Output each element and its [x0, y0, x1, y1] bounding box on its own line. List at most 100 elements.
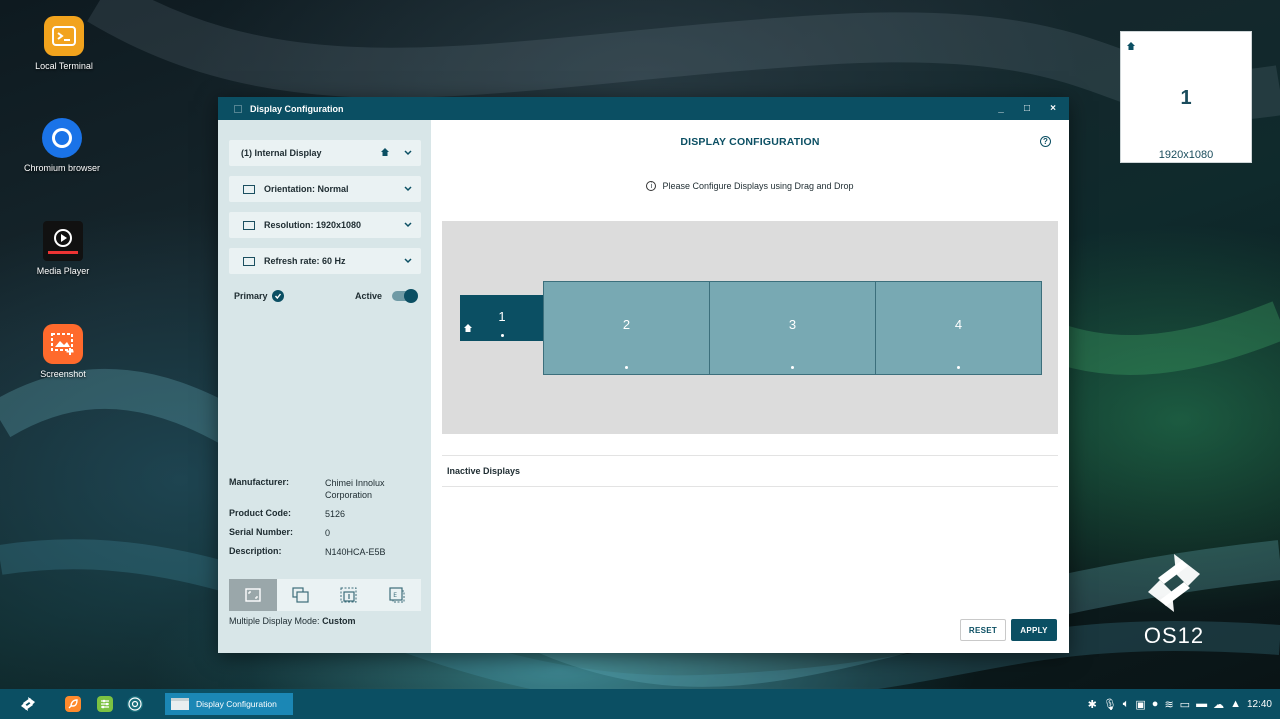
desktop-icon-label: Chromium browser — [23, 163, 101, 173]
os-logo: OS12 — [1128, 552, 1220, 649]
extended-mode-icon: E — [389, 587, 405, 603]
taskbar-item-label: Display Configuration — [196, 699, 277, 709]
desktop-icon-local-terminal[interactable]: Local Terminal — [9, 16, 119, 71]
primary-active-row: Primary Active — [234, 289, 418, 303]
svg-text:E: E — [393, 592, 397, 599]
os-logo-mark-icon — [1148, 554, 1200, 612]
notification-bell-icon[interactable]: ▲ — [1230, 698, 1241, 710]
media-player-icon — [43, 221, 83, 261]
settings-sliders-icon[interactable] — [97, 696, 113, 712]
display-tile-label: 4 — [954, 316, 963, 332]
orientation-dropdown[interactable]: Orientation: Normal — [229, 176, 421, 202]
display-tile-2[interactable]: 2 — [543, 281, 710, 375]
desktop-icon-chromium[interactable]: Chromium browser — [7, 118, 117, 173]
primary-label: Primary — [234, 291, 268, 301]
home-icon — [1127, 37, 1135, 55]
active-toggle[interactable] — [392, 289, 418, 303]
network-globe-icon[interactable] — [127, 696, 143, 712]
preview-display-number: 1 — [1180, 87, 1192, 109]
chevron-down-icon — [404, 256, 412, 266]
cloud-icon[interactable]: ☁︎ — [1213, 698, 1224, 711]
hint-text: Please Configure Displays using Drag and… — [662, 181, 854, 191]
taskbar: Display Configuration ✱ 🎙︎ 🔈︎ ▣ ● ≋ ▭ ▬ … — [0, 689, 1280, 719]
display-icon[interactable]: ▣ — [1135, 698, 1145, 711]
mode-extended-button[interactable]: E — [373, 579, 421, 611]
mouse-icon[interactable]: ● — [1152, 698, 1159, 710]
help-icon[interactable]: ? — [1040, 136, 1051, 147]
home-icon — [381, 148, 389, 158]
resolution-dropdown[interactable]: Resolution: 1920x1080 — [229, 212, 421, 238]
wifi-off-icon[interactable]: ≋ — [1164, 698, 1173, 711]
display-mode-label: Multiple Display Mode: — [229, 616, 320, 626]
maximize-button[interactable]: □ — [1021, 103, 1033, 114]
clock[interactable]: 12:40 — [1247, 699, 1272, 710]
minimize-button[interactable]: _ — [995, 103, 1007, 114]
display-select-value: (1) Internal Display — [241, 148, 322, 158]
active-label: Active — [354, 291, 382, 301]
display-arrangement-canvas[interactable]: 1 2 3 4 — [442, 221, 1058, 434]
single-display-mode-icon — [340, 587, 357, 603]
drag-drop-hint: i Please Configure Displays using Drag a… — [431, 181, 1069, 191]
display-mode-text: Multiple Display Mode: Custom — [229, 616, 356, 626]
serial-number-value: 0 — [325, 528, 331, 538]
display-tile-4[interactable]: 4 — [875, 281, 1042, 375]
home-icon — [464, 320, 472, 335]
display-tile-dot — [791, 366, 794, 369]
volume-icon[interactable]: 🔈︎ — [1123, 698, 1130, 711]
mirror-mode-icon — [292, 587, 309, 603]
refresh-rate-dropdown[interactable]: Refresh rate: 60 Hz — [229, 248, 421, 274]
close-button[interactable]: × — [1047, 103, 1059, 114]
orientation-icon — [243, 184, 255, 194]
microphone-icon[interactable]: 🎙︎ — [1103, 698, 1117, 711]
display-tile-1[interactable]: 1 — [460, 295, 544, 341]
product-code-label: Product Code: — [229, 508, 291, 518]
display-tile-label: 1 — [498, 309, 506, 324]
display-configuration-window: Display Configuration _ □ × (1) Internal… — [218, 97, 1069, 653]
orientation-value: Orientation: Normal — [264, 184, 349, 194]
mode-single-button[interactable] — [325, 579, 373, 611]
resolution-value: Resolution: 1920x1080 — [264, 220, 362, 230]
primary-check-icon[interactable] — [271, 290, 284, 302]
chevron-down-icon — [404, 148, 412, 158]
os-menu-icon[interactable] — [20, 696, 36, 712]
desktop-icon-media-player[interactable]: Media Player — [8, 221, 118, 276]
resolution-icon — [243, 220, 255, 230]
taskbar-item-display-configuration[interactable]: Display Configuration — [165, 693, 293, 715]
display-preview-card: 1 1920x1080 — [1120, 31, 1252, 163]
page-title: DISPLAY CONFIGURATION — [680, 136, 820, 148]
display-tile-label: 3 — [788, 316, 797, 332]
description-label: Description: — [229, 546, 282, 556]
window-app-icon — [234, 104, 242, 113]
window-title: Display Configuration — [250, 103, 344, 114]
manufacturer-value: Chimei Innolux Corporation — [325, 478, 385, 500]
os-brand-text: OS12 — [1143, 623, 1205, 648]
display-tile-dot — [625, 366, 628, 369]
display-configuration-panel: DISPLAY CONFIGURATION ? i Please Configu… — [431, 120, 1069, 653]
bluetooth-icon[interactable]: ✱ — [1088, 698, 1097, 711]
display-tile-3[interactable]: 3 — [709, 281, 876, 375]
desktop-icon-label: Screenshot — [40, 369, 86, 379]
window-titlebar[interactable]: Display Configuration _ □ × — [218, 97, 1069, 120]
system-tray: ✱ 🎙︎ 🔈︎ ▣ ● ≋ ▭ ▬ ☁︎ ▲ 12:40 — [1088, 689, 1272, 719]
reset-button[interactable]: RESET — [960, 619, 1006, 641]
info-icon: i — [646, 181, 657, 191]
launcher-rocket-icon[interactable] — [65, 696, 81, 712]
preview-resolution: 1920x1080 — [1158, 149, 1214, 161]
chevron-down-icon — [404, 184, 412, 194]
display-mode-selector: E — [229, 579, 421, 611]
refresh-rate-value: Refresh rate: 60 Hz — [264, 256, 346, 266]
chromium-icon — [42, 118, 82, 158]
product-code-value: 5126 — [325, 509, 346, 519]
apply-button[interactable]: APPLY — [1011, 619, 1057, 641]
mode-mirror-button[interactable] — [277, 579, 325, 611]
battery-icon[interactable]: ▬ — [1196, 698, 1207, 710]
desktop-icon-screenshot[interactable]: Screenshot — [8, 324, 118, 379]
desktop-icon-label: Media Player — [36, 266, 90, 276]
monitor-icon[interactable]: ▭ — [1180, 698, 1190, 711]
window-icon — [171, 698, 189, 710]
desktop-icon-label: Local Terminal — [35, 61, 93, 71]
display-select-dropdown[interactable]: (1) Internal Display — [229, 140, 421, 166]
refresh-rate-icon — [243, 256, 255, 266]
mode-custom-button[interactable] — [229, 579, 277, 611]
description-value: N140HCA-E5B — [325, 547, 386, 557]
